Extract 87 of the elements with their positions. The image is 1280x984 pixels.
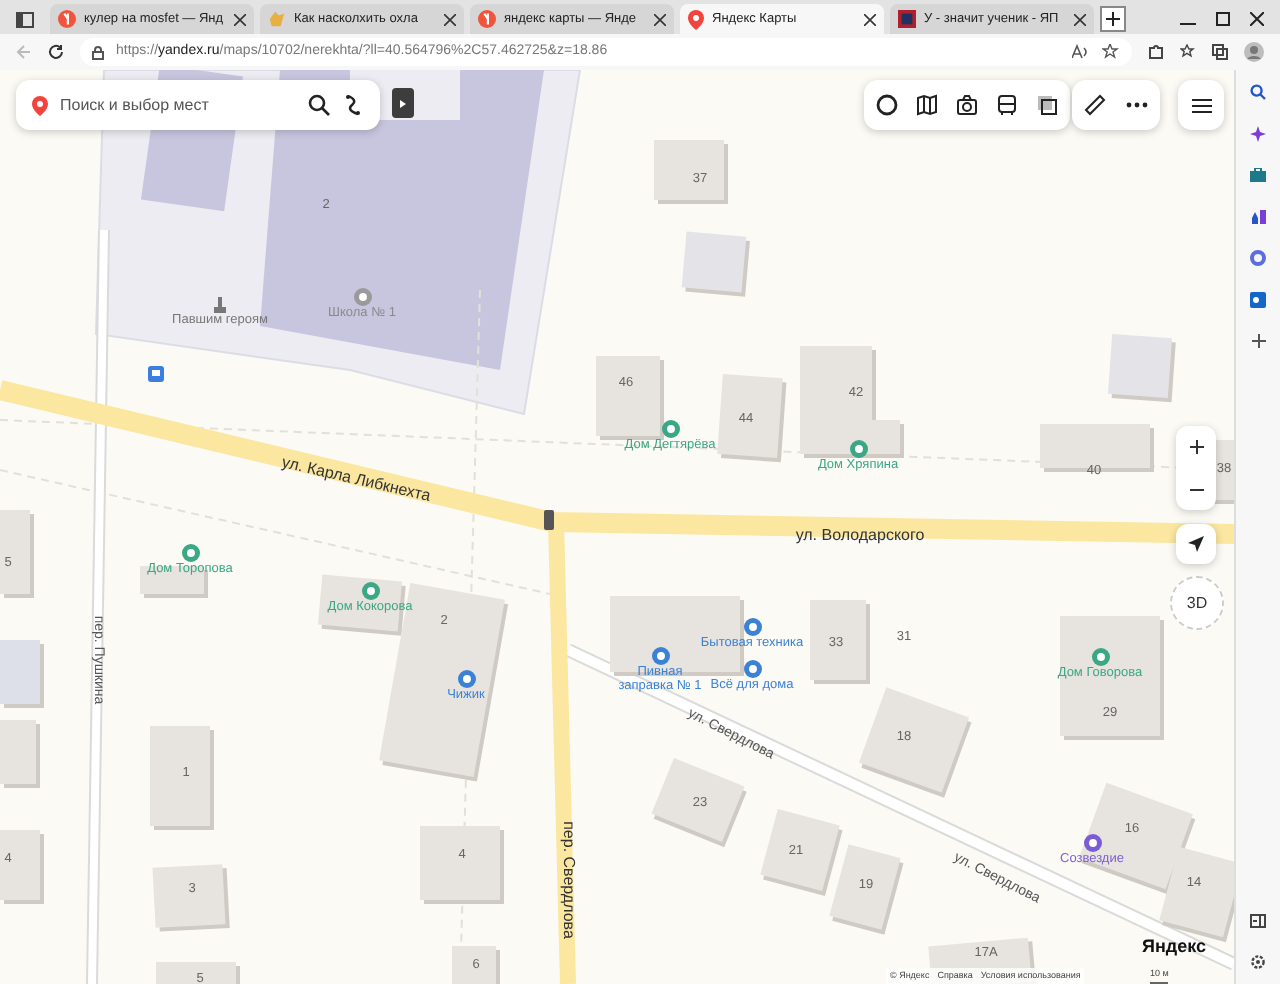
new-tab-button[interactable] bbox=[1100, 6, 1126, 32]
restore-icon[interactable] bbox=[1216, 12, 1230, 26]
circle-icon[interactable] bbox=[876, 94, 898, 116]
star-marker-icon[interactable] bbox=[661, 420, 679, 438]
ruler-icon[interactable] bbox=[1084, 94, 1106, 116]
route-icon[interactable] bbox=[342, 94, 364, 116]
menu-button[interactable] bbox=[1178, 80, 1224, 130]
profile-icon[interactable] bbox=[1244, 42, 1264, 62]
location-arrow-icon bbox=[1188, 536, 1204, 552]
map-icon[interactable] bbox=[916, 94, 938, 116]
building bbox=[420, 826, 504, 904]
close-icon[interactable] bbox=[1250, 12, 1264, 26]
search-input[interactable]: Поиск и выбор мест bbox=[60, 93, 296, 117]
shop-marker-icon[interactable] bbox=[743, 618, 761, 636]
bus-icon[interactable] bbox=[996, 94, 1018, 116]
close-icon[interactable] bbox=[654, 13, 666, 25]
menu-icon bbox=[1191, 97, 1211, 113]
collections-icon[interactable] bbox=[1212, 44, 1228, 60]
star-marker-icon[interactable] bbox=[849, 440, 867, 458]
building bbox=[681, 231, 750, 297]
close-icon[interactable] bbox=[444, 13, 456, 25]
traffic-light-icon bbox=[544, 510, 554, 530]
search-icon[interactable] bbox=[1250, 84, 1266, 100]
tab-favicon-icon bbox=[478, 10, 496, 28]
building bbox=[0, 510, 34, 598]
building bbox=[717, 374, 787, 463]
plus-icon bbox=[1189, 440, 1203, 454]
ring-icon[interactable] bbox=[1250, 250, 1266, 266]
map-pin-icon bbox=[688, 9, 704, 29]
shop-marker-icon[interactable] bbox=[743, 660, 761, 678]
star-plus-icon[interactable] bbox=[1102, 44, 1120, 60]
settings-icon[interactable] bbox=[1250, 954, 1266, 970]
bus-stop-icon[interactable] bbox=[148, 366, 164, 382]
street-label: ул. Карла Либкнехта bbox=[279, 451, 433, 509]
building bbox=[1060, 616, 1164, 740]
street-label: пер. Свердлова bbox=[558, 821, 580, 939]
mail-icon[interactable] bbox=[1250, 292, 1266, 308]
favorites-icon[interactable] bbox=[1180, 44, 1196, 60]
caret-icon bbox=[400, 99, 406, 107]
panel-icon[interactable] bbox=[1250, 914, 1266, 928]
tab-favicon-icon bbox=[58, 10, 76, 28]
building bbox=[452, 946, 500, 984]
layers-icon[interactable] bbox=[1036, 94, 1058, 116]
building bbox=[156, 962, 240, 984]
close-icon[interactable] bbox=[234, 13, 246, 25]
plus-icon bbox=[1106, 12, 1120, 26]
lock-icon bbox=[92, 45, 104, 59]
map-pin-icon bbox=[32, 95, 48, 115]
read-aloud-icon[interactable] bbox=[1072, 44, 1090, 60]
plus-icon[interactable] bbox=[1251, 334, 1265, 348]
building bbox=[0, 720, 40, 788]
building bbox=[596, 356, 664, 440]
school-marker-icon[interactable] bbox=[353, 288, 371, 306]
building bbox=[0, 640, 44, 708]
street-label: ул. Володарского bbox=[795, 524, 925, 548]
search-field[interactable]: Поиск и выбор мест bbox=[16, 80, 380, 130]
close-icon[interactable] bbox=[864, 13, 876, 25]
tab-favicon-icon bbox=[898, 10, 916, 28]
building bbox=[829, 844, 904, 935]
locate-button[interactable] bbox=[1176, 524, 1216, 564]
mask-marker-icon[interactable] bbox=[1083, 834, 1101, 852]
star-marker-icon[interactable] bbox=[361, 582, 379, 600]
building bbox=[651, 757, 747, 848]
building bbox=[152, 864, 230, 932]
building bbox=[1040, 424, 1154, 472]
refresh-icon[interactable] bbox=[48, 44, 64, 60]
building bbox=[1108, 334, 1176, 403]
star-marker-icon[interactable] bbox=[1091, 648, 1109, 666]
building bbox=[0, 830, 44, 904]
star-marker-icon[interactable] bbox=[181, 544, 199, 562]
close-icon[interactable] bbox=[1074, 13, 1086, 25]
panel-toggle-button[interactable] bbox=[392, 88, 414, 118]
shop-marker-icon[interactable] bbox=[651, 647, 669, 665]
more-icon[interactable] bbox=[1126, 102, 1148, 108]
briefcase-icon[interactable] bbox=[1250, 168, 1266, 182]
sparkle-icon[interactable] bbox=[1250, 126, 1266, 142]
search-icon[interactable] bbox=[308, 94, 330, 116]
puzzle-icon[interactable] bbox=[1148, 44, 1164, 60]
camera-icon[interactable] bbox=[956, 94, 978, 116]
yandex-logo: Яндекс bbox=[1142, 934, 1207, 960]
building bbox=[654, 140, 728, 204]
monument-icon bbox=[214, 297, 226, 313]
shop-marker-icon[interactable] bbox=[457, 670, 475, 688]
building bbox=[858, 687, 972, 798]
building bbox=[150, 726, 214, 830]
building bbox=[810, 600, 870, 684]
minus-icon bbox=[1189, 487, 1203, 491]
